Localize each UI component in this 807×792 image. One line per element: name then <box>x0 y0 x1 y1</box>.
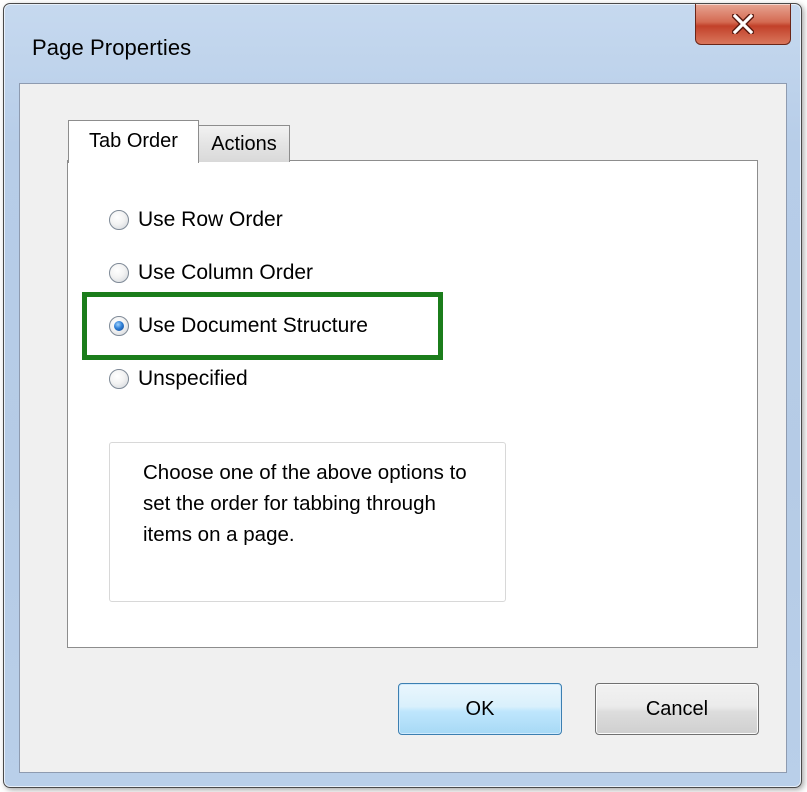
radio-checked-icon[interactable] <box>109 316 129 336</box>
radio-use-row-order[interactable]: Use Row Order <box>109 208 283 232</box>
radio-use-document-structure[interactable]: Use Document Structure <box>109 314 368 338</box>
close-icon <box>732 14 754 34</box>
radio-unchecked-icon[interactable] <box>109 210 129 230</box>
radio-unchecked-icon[interactable] <box>109 263 129 283</box>
radio-unchecked-icon[interactable] <box>109 369 129 389</box>
cancel-button[interactable]: Cancel <box>595 683 759 735</box>
title-bar: Page Properties <box>4 4 801 82</box>
radio-unspecified[interactable]: Unspecified <box>109 367 248 391</box>
radio-label-column-order: Use Column Order <box>138 261 314 284</box>
radio-label-unspecified: Unspecified <box>138 367 248 390</box>
page-properties-dialog: Page Properties Tab Order Actions Use Ro… <box>3 3 802 788</box>
radio-label-row-order: Use Row Order <box>138 208 283 231</box>
radio-label-document-structure: Use Document Structure <box>138 314 368 337</box>
tab-order-panel: Use Row Order Use Column Order Use Docum… <box>67 160 758 648</box>
tab-tab-order[interactable]: Tab Order <box>68 120 199 163</box>
dialog-title: Page Properties <box>32 35 192 60</box>
radio-use-column-order[interactable]: Use Column Order <box>109 261 313 285</box>
help-text: Choose one of the above options to set t… <box>143 461 467 546</box>
ok-button[interactable]: OK <box>398 683 562 735</box>
tab-actions[interactable]: Actions <box>198 125 290 162</box>
help-text-box: Choose one of the above options to set t… <box>109 442 506 602</box>
close-button[interactable] <box>695 4 791 45</box>
dialog-body: Tab Order Actions Use Row Order Use Colu… <box>19 83 787 773</box>
